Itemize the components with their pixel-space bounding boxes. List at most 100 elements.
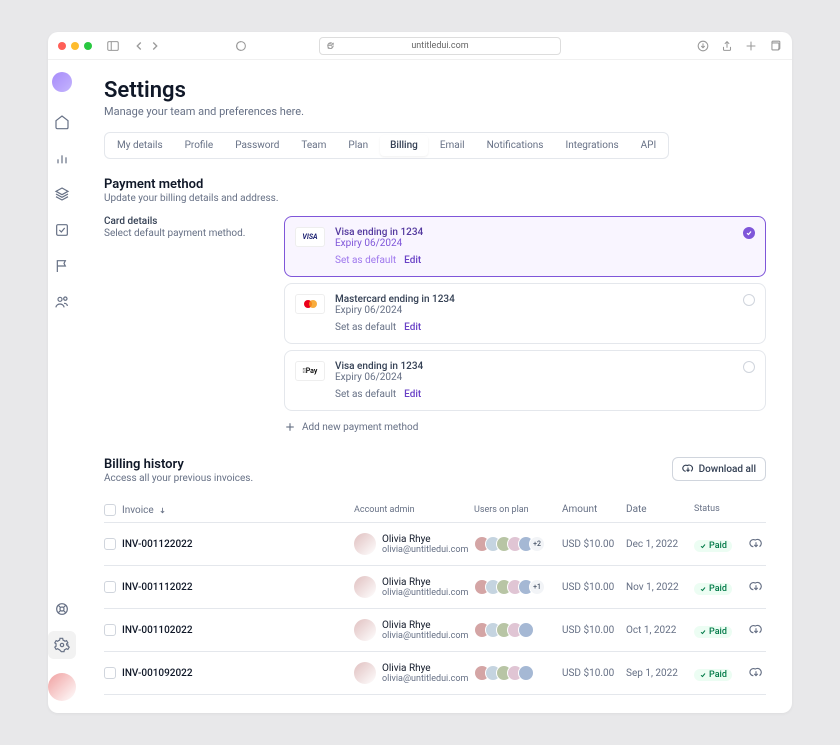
tab-api[interactable]: API	[631, 135, 667, 156]
sidebar-settings[interactable]	[48, 631, 76, 659]
card-title: Visa ending in 1234	[335, 227, 755, 238]
card-title: Visa ending in 1234	[335, 361, 755, 372]
download-row-button[interactable]	[746, 666, 766, 680]
download-row-button[interactable]	[746, 623, 766, 637]
select-all-checkbox[interactable]	[104, 504, 116, 516]
sidebar-home[interactable]	[48, 108, 76, 136]
more-users-badge: +1	[529, 579, 545, 595]
set-default-link[interactable]: Set as default	[335, 389, 396, 400]
invoice-cell: INV-001092022	[122, 668, 354, 679]
card-selected-radio[interactable]	[743, 294, 755, 306]
payment-method-subtitle: Update your billing details and address.	[104, 193, 766, 204]
minimize-window-icon[interactable]	[71, 42, 79, 50]
set-default-link[interactable]: Set as default	[335, 255, 396, 266]
tab-password[interactable]: Password	[225, 135, 289, 156]
row-checkbox[interactable]	[104, 667, 116, 679]
app-logo[interactable]	[52, 72, 72, 92]
maximize-window-icon[interactable]	[84, 42, 92, 50]
browser-toolbar: untitledui.com	[48, 32, 792, 60]
amount-cell: USD $10.00	[562, 668, 626, 679]
download-icon[interactable]	[696, 39, 710, 53]
date-cell: Sep 1, 2022	[626, 668, 694, 679]
admin-email: olivia@untitledui.com	[382, 674, 468, 684]
card-expiry: Expiry 06/2024	[335, 305, 755, 316]
add-payment-method-button[interactable]: Add new payment method	[284, 417, 766, 437]
cloud-download-icon	[682, 463, 694, 475]
visa-icon: VISA	[295, 227, 325, 247]
table-row: INV-001112022 Olivia Rhye olivia@untitle…	[104, 566, 766, 609]
app-shell: Settings Manage your team and preference…	[48, 60, 792, 713]
user-avatar-small	[518, 665, 534, 681]
user-avatar-small	[518, 622, 534, 638]
payment-card-applepay[interactable]: Pay Visa ending in 1234 Expiry 06/2024 …	[284, 350, 766, 411]
col-amount: Amount	[562, 504, 626, 516]
amount-cell: USD $10.00	[562, 625, 626, 636]
tab-plan[interactable]: Plan	[338, 135, 378, 156]
col-users: Users on plan	[474, 504, 562, 516]
date-cell: Oct 1, 2022	[626, 625, 694, 636]
sidebar-layers[interactable]	[48, 180, 76, 208]
row-checkbox[interactable]	[104, 538, 116, 550]
table-row: INV-001092022 Olivia Rhye olivia@untitle…	[104, 652, 766, 695]
settings-tabs: My detailsProfilePasswordTeamPlanBilling…	[104, 132, 669, 159]
edit-card-link[interactable]: Edit	[404, 389, 421, 400]
table-row: INV-001102022 Olivia Rhye olivia@untitle…	[104, 609, 766, 652]
sidebar-toggle-icon[interactable]	[106, 39, 120, 53]
payment-cards-list: VISA Visa ending in 1234 Expiry 06/2024 …	[284, 216, 766, 437]
browser-window: untitledui.com Settings Manage your te	[48, 32, 792, 713]
payment-card-mastercard[interactable]: Mastercard ending in 1234 Expiry 06/2024…	[284, 283, 766, 344]
card-selected-radio[interactable]	[743, 361, 755, 373]
admin-avatar	[354, 576, 376, 598]
share-icon[interactable]	[720, 39, 734, 53]
row-checkbox[interactable]	[104, 624, 116, 636]
tab-integrations[interactable]: Integrations	[555, 135, 628, 156]
tab-profile[interactable]: Profile	[175, 135, 224, 156]
tab-billing[interactable]: Billing	[380, 135, 428, 156]
users-avatar-stack: +2	[474, 536, 545, 552]
download-row-button[interactable]	[746, 537, 766, 551]
sidebar-support[interactable]	[48, 595, 76, 623]
sidebar-tasks[interactable]	[48, 216, 76, 244]
admin-email: olivia@untitledui.com	[382, 588, 468, 598]
admin-name: Olivia Rhye	[382, 534, 468, 545]
admin-name: Olivia Rhye	[382, 577, 468, 588]
edit-card-link[interactable]: Edit	[404, 255, 421, 266]
tabs-icon[interactable]	[768, 39, 782, 53]
edit-card-link[interactable]: Edit	[404, 322, 421, 333]
shield-icon[interactable]	[234, 39, 248, 53]
billing-history-subtitle: Access all your previous invoices.	[104, 473, 253, 484]
tab-notifications[interactable]: Notifications	[477, 135, 554, 156]
tab-team[interactable]: Team	[291, 135, 336, 156]
page-subtitle: Manage your team and preferences here.	[104, 105, 766, 118]
status-badge: Paid	[694, 669, 732, 681]
tab-my-details[interactable]: My details	[107, 135, 173, 156]
col-invoice[interactable]: Invoice	[122, 504, 354, 516]
reload-icon[interactable]	[326, 41, 335, 50]
new-tab-icon[interactable]	[744, 39, 758, 53]
set-default-link[interactable]: Set as default	[335, 322, 396, 333]
window-controls[interactable]	[58, 42, 92, 50]
user-avatar[interactable]	[48, 673, 76, 701]
url-bar[interactable]: untitledui.com	[319, 37, 561, 55]
row-checkbox[interactable]	[104, 581, 116, 593]
admin-email: olivia@untitledui.com	[382, 631, 468, 641]
card-title: Mastercard ending in 1234	[335, 294, 755, 305]
download-row-button[interactable]	[746, 580, 766, 594]
date-cell: Dec 1, 2022	[626, 539, 694, 550]
invoices-table: Invoice Account admin Users on plan Amou…	[104, 498, 766, 695]
back-button[interactable]	[132, 39, 146, 53]
tab-email[interactable]: Email	[430, 135, 475, 156]
forward-button[interactable]	[148, 39, 162, 53]
admin-name: Olivia Rhye	[382, 620, 468, 631]
sidebar-analytics[interactable]	[48, 144, 76, 172]
card-selected-radio[interactable]	[743, 227, 755, 239]
sidebar-flag[interactable]	[48, 252, 76, 280]
download-all-button[interactable]: Download all	[672, 457, 766, 481]
admin-avatar	[354, 619, 376, 641]
col-admin: Account admin	[354, 504, 474, 516]
sidebar-users[interactable]	[48, 288, 76, 316]
close-window-icon[interactable]	[58, 42, 66, 50]
billing-history-title: Billing history	[104, 457, 253, 472]
payment-card-visa[interactable]: VISA Visa ending in 1234 Expiry 06/2024 …	[284, 216, 766, 277]
amount-cell: USD $10.00	[562, 582, 626, 593]
